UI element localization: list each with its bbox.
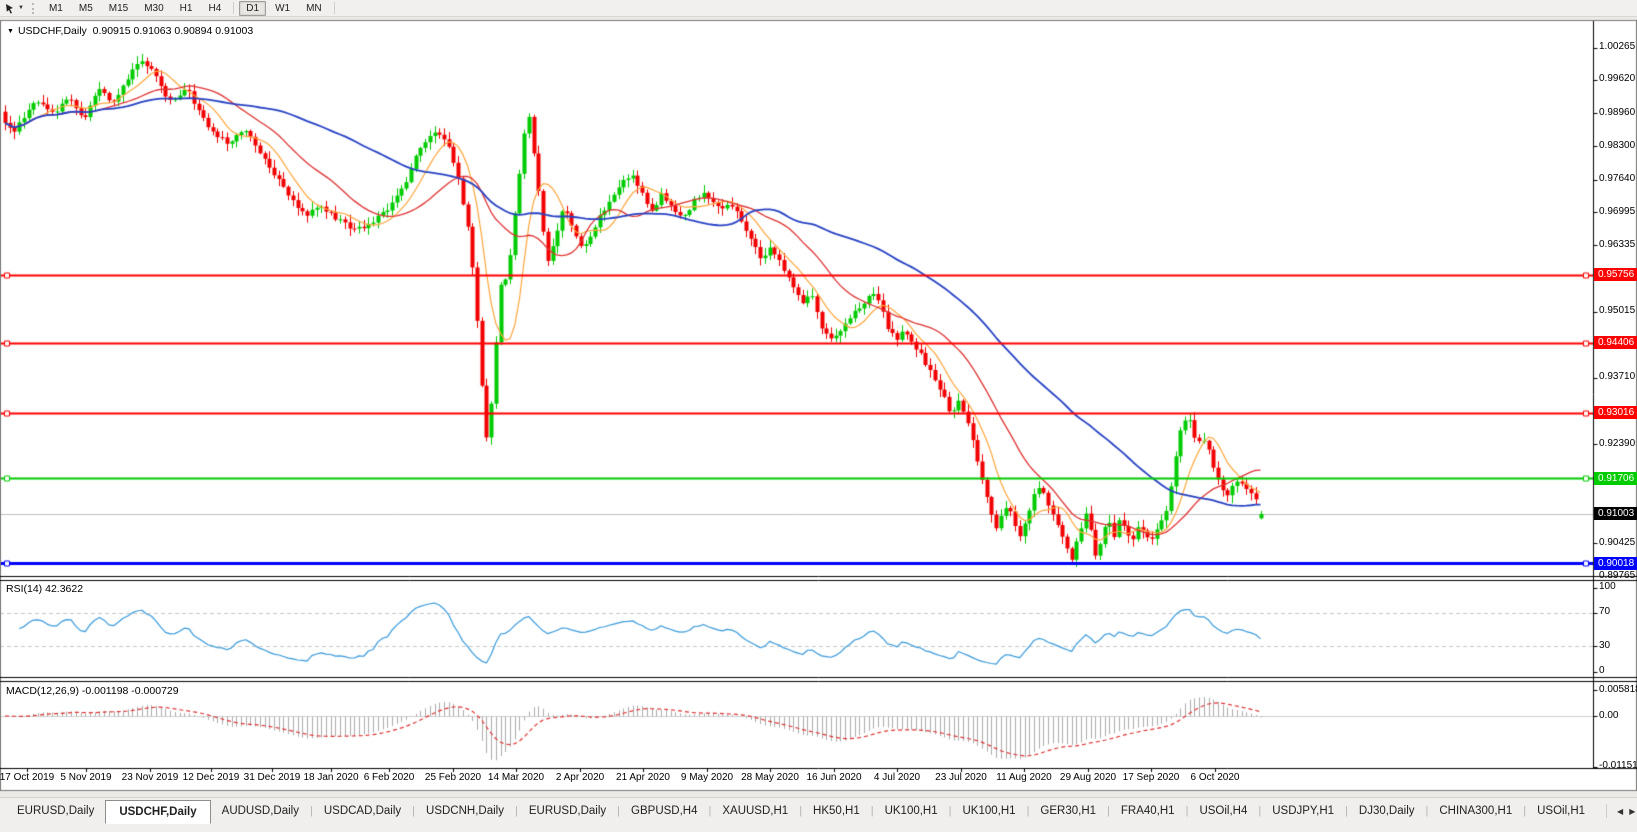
symbol-tab-usdjpy-h1[interactable]: USDJPY,H1 [1261,801,1345,822]
chart-tabbar: EURUSD,DailyUSDCHF,DailyAUDUSD,Daily|USD… [0,797,1637,832]
tab-arrows-separator [1606,804,1607,818]
timeframe-button-w1[interactable]: W1 [268,1,297,16]
timeframe-button-m30[interactable]: M30 [137,1,170,16]
tabs-holder: EURUSD,DailyUSDCHF,DailyAUDUSD,Daily|USD… [0,801,1596,824]
symbol-tab-usdchf-daily[interactable]: USDCHF,Daily [105,800,210,824]
timeframe-buttons: M1M5M15M30H1H4 D1W1MN [41,1,339,16]
timeframe-button-m15[interactable]: M15 [102,1,135,16]
symbol-tab-eurusd-daily[interactable]: EURUSD,Daily [6,801,105,822]
symbol-tab-audusd-daily[interactable]: AUDUSD,Daily [211,801,310,822]
timeframe-button-m1[interactable]: M1 [42,1,70,16]
timeframe-button-h1[interactable]: H1 [173,1,200,16]
cursor-icon [5,3,16,14]
toolbar: ▼ M1M5M15M30H1H4 D1W1MN [0,0,1637,17]
timeframe-button-h4[interactable]: H4 [201,1,228,16]
cursor-tool-caret-icon[interactable]: ▼ [18,5,24,11]
symbol-tab-xauusd-h1[interactable]: XAUUSD,H1 [711,801,799,822]
symbol-tab-usoil-h1[interactable]: USOil,H1 [1526,801,1596,822]
timeframe-button-m5[interactable]: M5 [72,1,100,16]
tab-scroll-arrows: ◀ ▶ [1596,801,1637,818]
chart-canvas[interactable] [0,0,1637,832]
symbol-tab-fra40-h1[interactable]: FRA40,H1 [1110,801,1186,822]
timeframe-button-d1[interactable]: D1 [239,1,266,16]
symbol-tab-hk50-h1[interactable]: HK50,H1 [802,801,871,822]
tab-scroll-left-icon[interactable]: ◀ [1617,807,1623,816]
symbol-tab-china300-h1[interactable]: CHINA300,H1 [1428,801,1523,822]
symbol-tab-usdcnh-daily[interactable]: USDCNH,Daily [415,801,515,822]
tab-scroll-right-icon[interactable]: ▶ [1629,807,1635,816]
symbol-tab-eurusd-daily[interactable]: EURUSD,Daily [518,801,617,822]
toolbar-separator [233,2,234,14]
symbol-tab-usdcad-daily[interactable]: USDCAD,Daily [313,801,412,822]
symbol-tab-uk100-h1[interactable]: UK100,H1 [952,801,1027,822]
symbol-tab-gbpusd-h4[interactable]: GBPUSD,H4 [620,801,708,822]
toolbar-grip [32,3,37,14]
toolbar-separator [334,2,335,14]
symbol-tab-dj30-daily[interactable]: DJ30,Daily [1348,801,1426,822]
cursor-tool-button[interactable]: ▼ [0,1,29,15]
mt4-window: ▼ M1M5M15M30H1H4D1W1MN ▼USDCHF,Daily 0.9… [0,0,1637,832]
symbol-tab-ger30-h1[interactable]: GER30,H1 [1029,801,1107,822]
symbol-tab-usoil-h4[interactable]: USOil,H4 [1188,801,1258,822]
symbol-tab-uk100-h1[interactable]: UK100,H1 [874,801,949,822]
timeframe-button-mn[interactable]: MN [299,1,329,16]
